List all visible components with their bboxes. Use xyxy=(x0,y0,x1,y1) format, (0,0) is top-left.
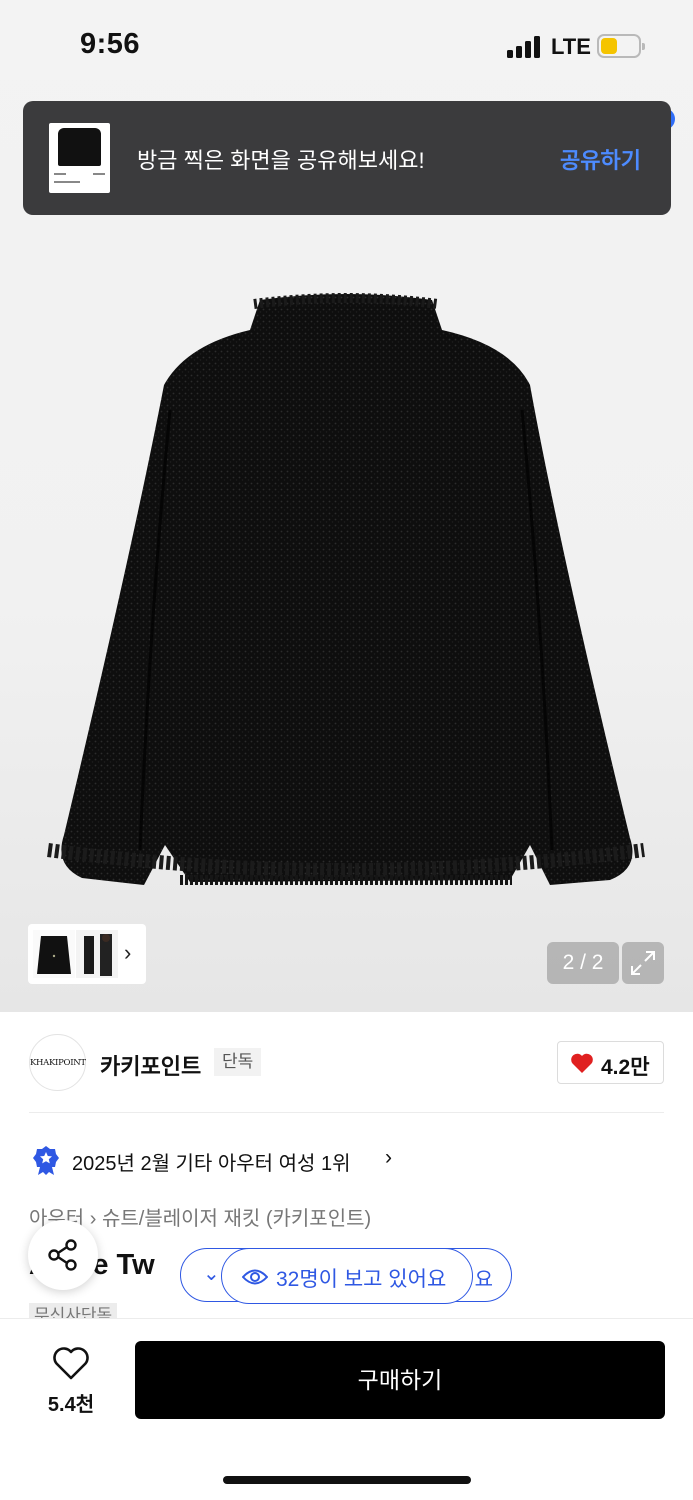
chevron-right-icon[interactable]: › xyxy=(385,1146,392,1170)
status-bar: 9:56 LTE xyxy=(0,0,693,92)
eye-icon xyxy=(242,1269,268,1285)
exclusive-badge: 단독 xyxy=(214,1048,262,1076)
viewer-pill-tail: 요 xyxy=(474,1269,493,1291)
wishlist-count: 5.4천 xyxy=(47,1394,95,1416)
brand-logo[interactable]: KHAKIPOINT xyxy=(29,1034,86,1091)
brand-like-count: 4.2만 xyxy=(601,1056,650,1079)
star-badge-icon xyxy=(33,1146,59,1175)
expand-button[interactable] xyxy=(622,942,664,984)
brand-like-button[interactable]: 4.2만 xyxy=(557,1041,664,1084)
chevron-down-icon: ⌄ xyxy=(203,1263,220,1285)
thumbnail-model[interactable] xyxy=(76,930,118,978)
buy-button[interactable]: 구매하기 xyxy=(135,1341,665,1419)
thumbnail-front[interactable] xyxy=(33,930,75,978)
bottom-action-bar: 5.4천 구매하기 xyxy=(0,1318,693,1500)
share-action-button[interactable]: 공유하기 xyxy=(560,143,641,175)
network-label: LTE xyxy=(551,34,591,59)
thumbnail-strip[interactable]: › xyxy=(28,924,146,984)
brand-name[interactable]: 카키포인트 xyxy=(100,1049,201,1081)
signal-icon xyxy=(507,36,543,58)
chevron-right-icon[interactable]: › xyxy=(124,940,131,966)
share-toast: 방금 찍은 화면을 공유해보세요! 공유하기 xyxy=(23,101,671,215)
wishlist-button[interactable]: 5.4천 xyxy=(36,1347,106,1417)
viewer-count-pill[interactable]: 32명이 보고 있어요 xyxy=(221,1248,473,1304)
screenshot-thumbnail[interactable] xyxy=(49,123,110,193)
product-image[interactable] xyxy=(40,290,652,900)
ranking-text[interactable]: 2025년 2월 기타 아우터 여성 1위 xyxy=(72,1147,351,1176)
heart-outline-icon xyxy=(53,1347,89,1380)
battery-fill xyxy=(601,38,617,54)
status-time: 9:56 xyxy=(80,28,141,60)
share-icon xyxy=(48,1239,77,1271)
share-button[interactable] xyxy=(28,1220,98,1290)
toast-message: 방금 찍은 화면을 공유해보세요! xyxy=(137,148,425,173)
battery-icon xyxy=(597,34,645,58)
image-page-counter: 2 / 2 xyxy=(547,942,619,984)
heart-icon xyxy=(571,1053,593,1073)
home-indicator xyxy=(223,1476,471,1484)
expand-icon xyxy=(631,951,655,975)
divider xyxy=(29,1112,664,1113)
viewer-count-text: 32명이 보고 있어요 xyxy=(276,1268,447,1291)
